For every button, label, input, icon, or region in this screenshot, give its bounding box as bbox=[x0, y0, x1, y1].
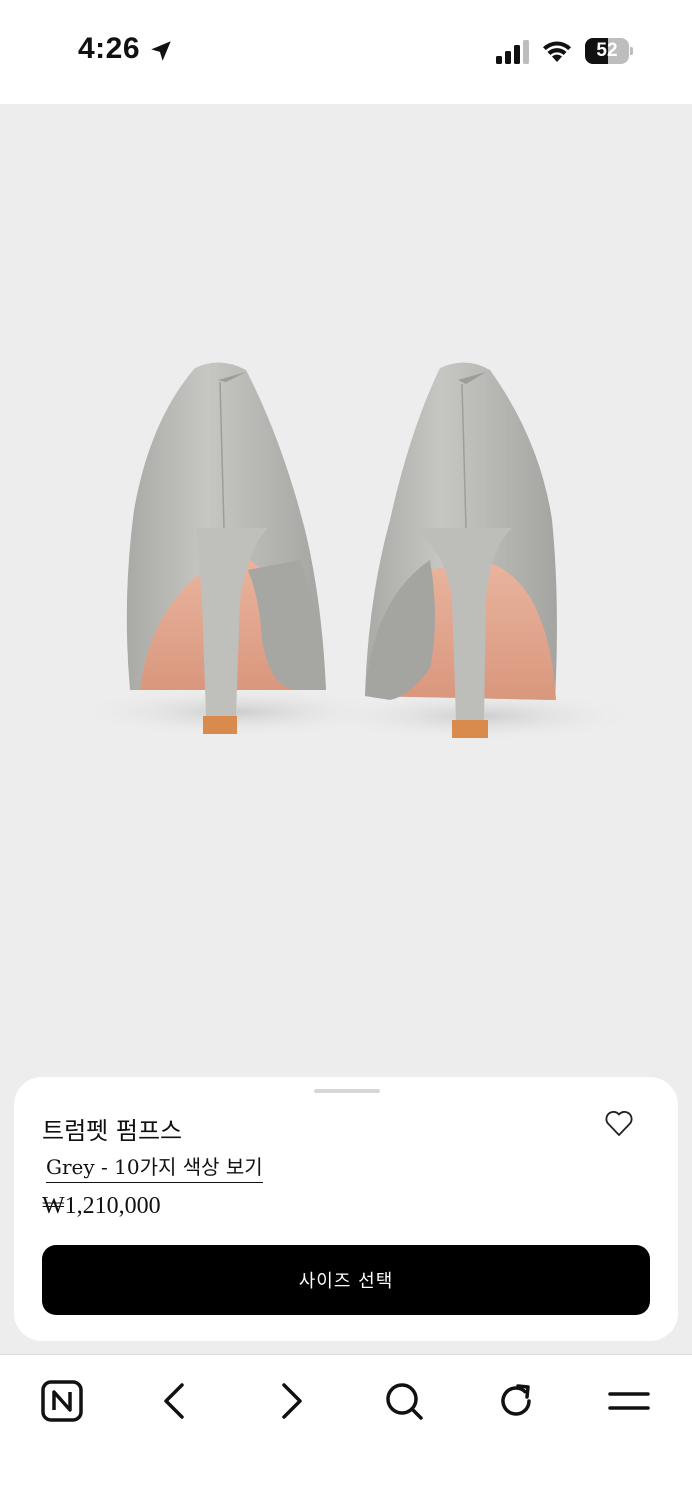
product-name: 트럼펫 펌프스 bbox=[42, 1117, 183, 1145]
battery-body: 52 bbox=[585, 38, 629, 64]
search-icon[interactable] bbox=[382, 1379, 426, 1423]
product-price: ₩1,210,000 bbox=[42, 1193, 161, 1219]
home-n-icon[interactable] bbox=[40, 1379, 84, 1423]
refresh-icon[interactable] bbox=[494, 1379, 538, 1423]
battery-level: 52 bbox=[596, 40, 618, 61]
right-shoe bbox=[365, 362, 557, 738]
back-icon[interactable] bbox=[154, 1379, 198, 1423]
select-size-button[interactable]: 사이즈 선택 bbox=[42, 1245, 650, 1315]
left-shoe bbox=[126, 362, 326, 734]
battery-tip bbox=[630, 47, 633, 55]
status-bar: 4:26 52 bbox=[0, 0, 692, 104]
menu-icon[interactable] bbox=[606, 1379, 652, 1423]
location-arrow-icon bbox=[151, 41, 171, 61]
bottom-nav bbox=[0, 1354, 692, 1500]
screen: 4:26 52 트럼펫 펌프스 Grey - 10가지 색상 보기 ₩1,210… bbox=[0, 0, 692, 1500]
forward-icon[interactable] bbox=[268, 1379, 312, 1423]
color-options-link[interactable]: Grey - 10가지 색상 보기 bbox=[46, 1151, 263, 1183]
cellular-signal-icon bbox=[496, 40, 529, 64]
product-sheet: 트럼펫 펌프스 Grey - 10가지 색상 보기 ₩1,210,000 사이즈… bbox=[14, 1077, 678, 1341]
heart-icon[interactable] bbox=[604, 1109, 634, 1137]
battery-icon: 52 bbox=[585, 38, 633, 64]
wifi-icon bbox=[543, 41, 571, 62]
sheet-handle[interactable] bbox=[314, 1089, 380, 1093]
status-time: 4:26 bbox=[78, 32, 141, 65]
